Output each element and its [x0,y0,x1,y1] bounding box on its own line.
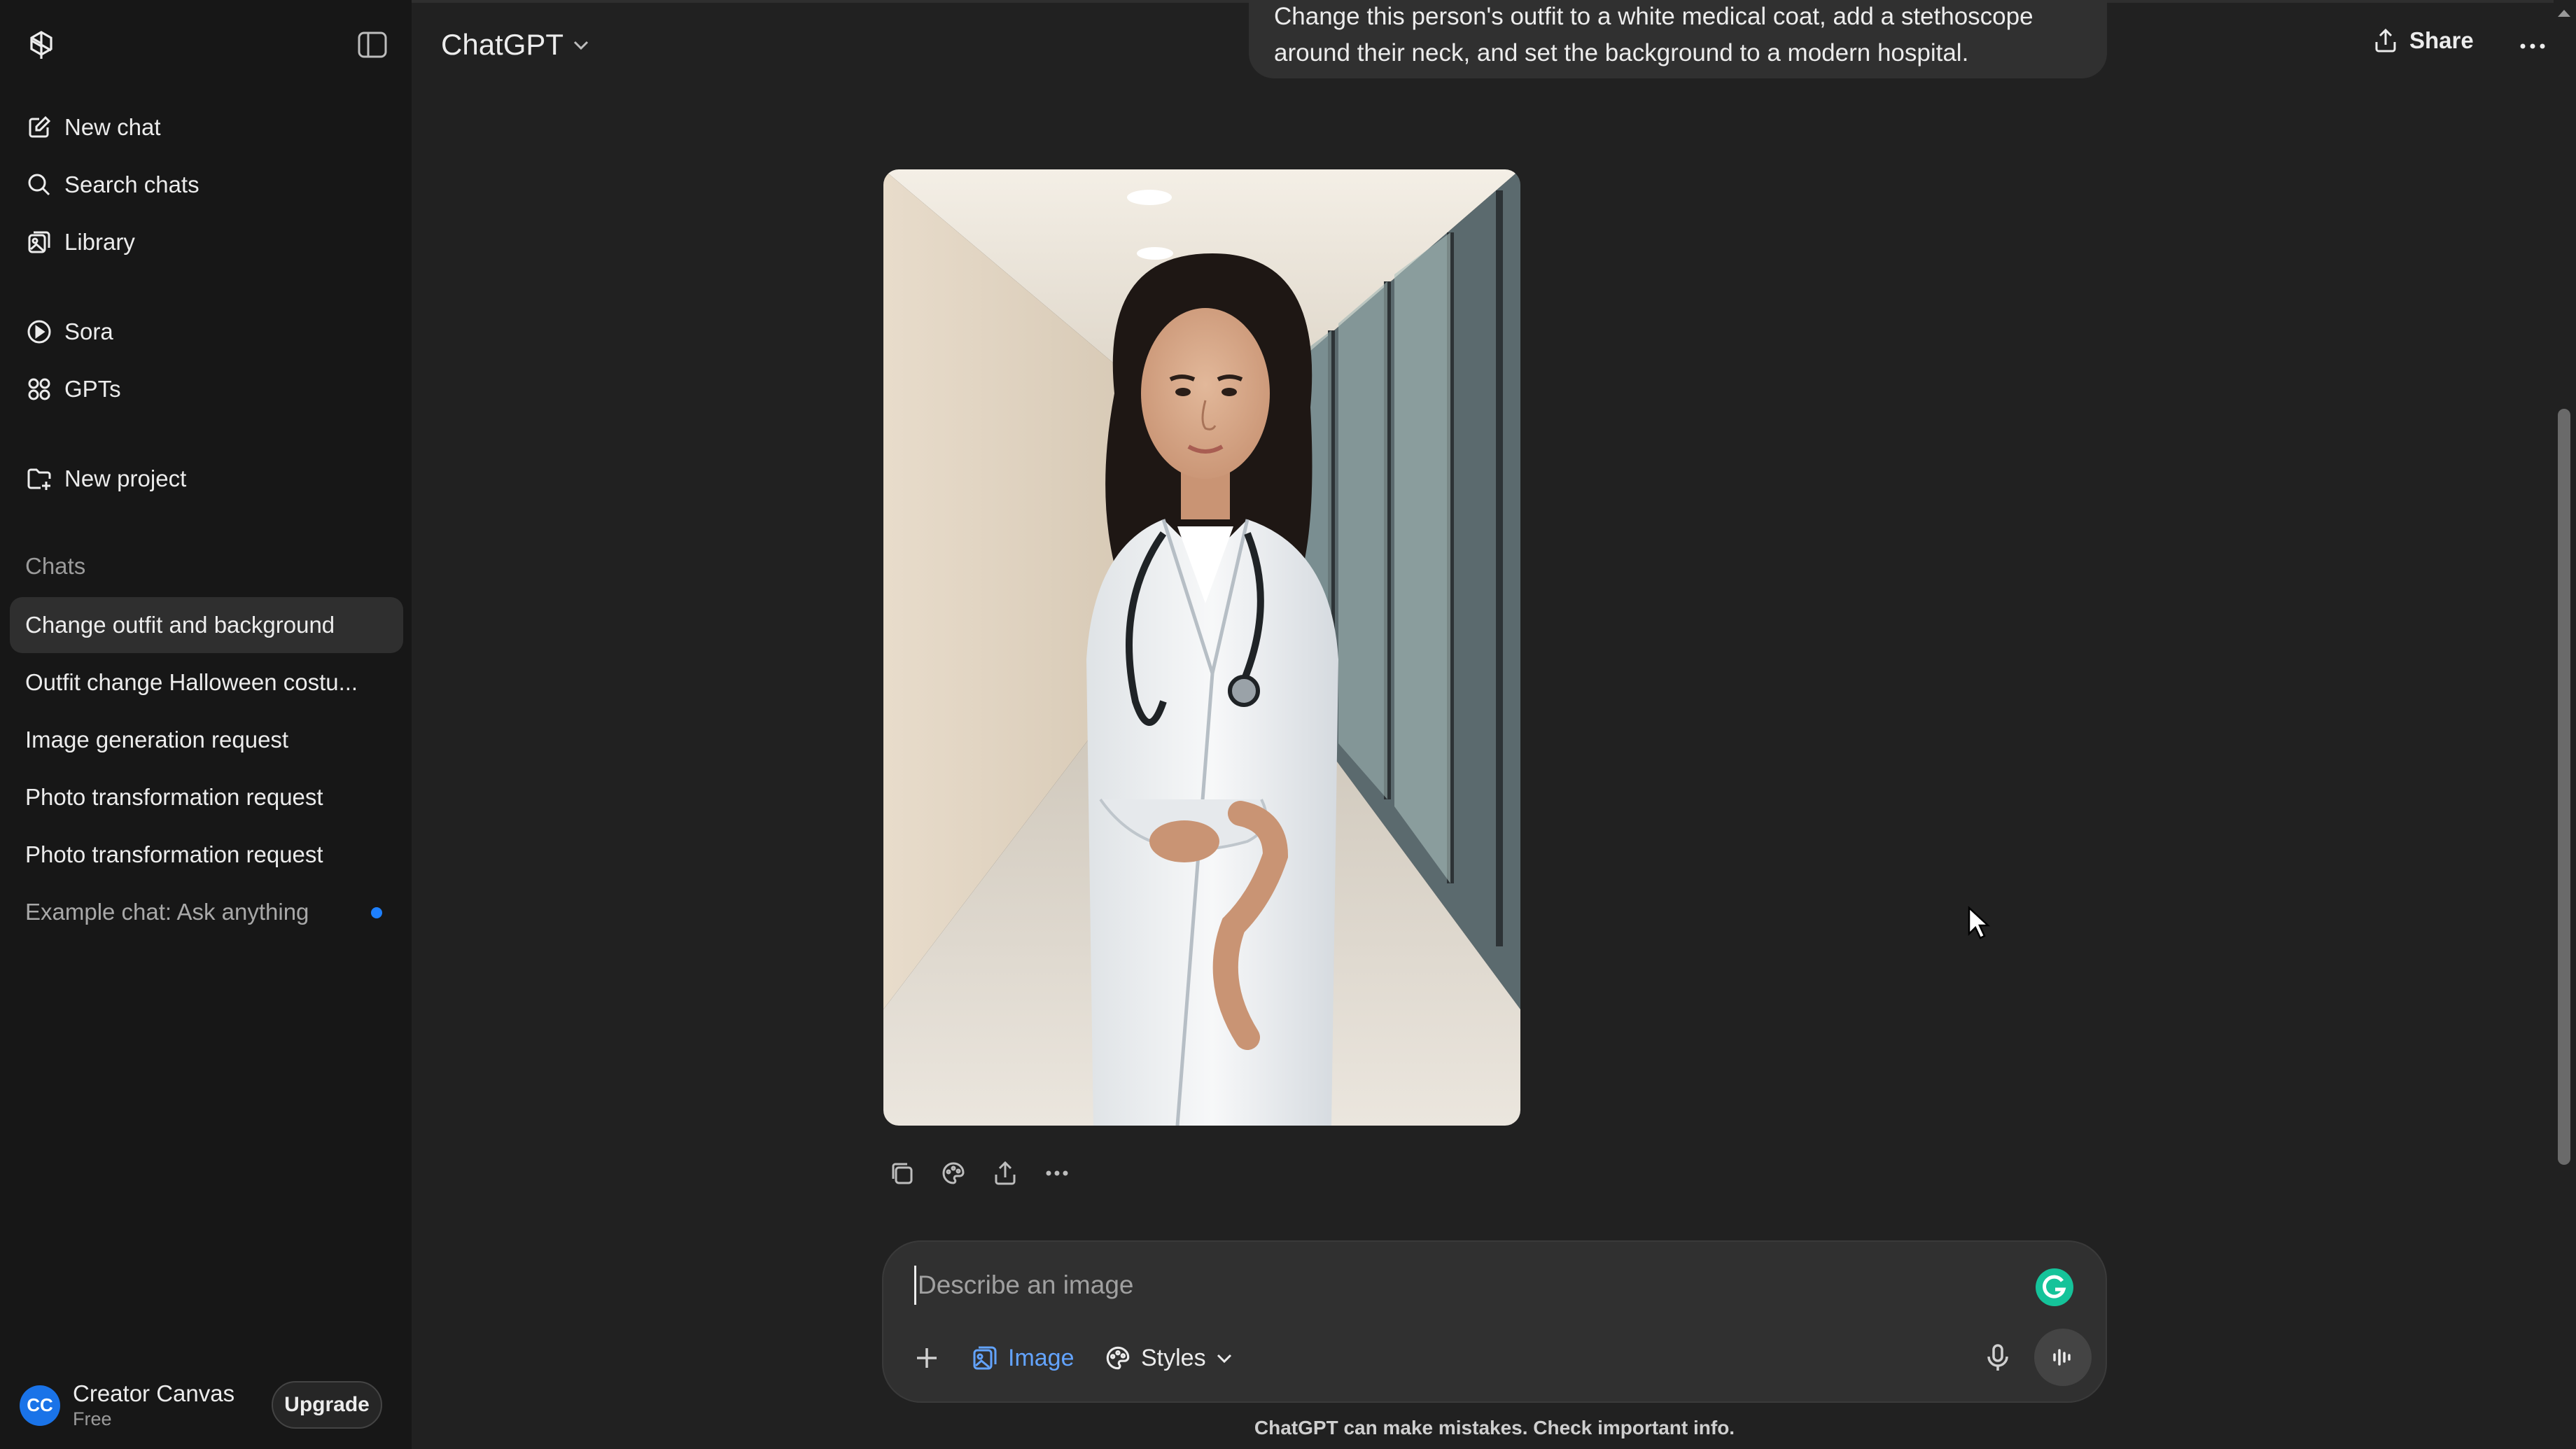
chat-item[interactable]: Photo transformation request [10,769,403,825]
scrollbar-thumb[interactable] [2558,409,2570,1165]
nav-label: Search chats [64,172,200,197]
nav-label: New chat [64,114,161,140]
copy-icon [892,1163,913,1184]
grammarly-icon[interactable] [2034,1267,2075,1308]
upgrade-button[interactable]: Upgrade [272,1381,382,1429]
chat-title: Example chat: Ask anything [25,899,309,925]
profile-plan: Free [73,1408,112,1429]
doctor-in-hospital-image [883,169,1520,1126]
folder-plus-icon [27,468,51,490]
user-message-line: Change this person's outfit to a white m… [1274,3,2033,30]
palette-icon [942,1162,965,1184]
chat-item[interactable]: Change outfit and background [10,597,403,653]
chat-title: Image generation request [25,727,289,752]
user-message-bubble: Change this person's outfit to a white m… [1249,0,2107,78]
image-icon [973,1346,997,1370]
chevron-down-icon [574,41,589,50]
new-project-button[interactable]: New project [10,454,403,504]
add-attachment-icon[interactable] [911,1343,942,1373]
user-message-line: around their neck, and set the backgroun… [1274,39,1969,66]
chat-title: Change outfit and background [25,612,335,638]
chat-title: Outfit change Halloween costu... [25,669,358,695]
chats-section-label: Chats [25,553,86,579]
mouse-cursor-icon [1968,906,1991,939]
nav-label: Sora [64,318,113,344]
library-button[interactable]: Library [10,217,403,267]
voice-mode-button[interactable] [2034,1329,2092,1386]
grid-icon [28,378,50,400]
copy-button[interactable] [883,1155,920,1191]
more-options-icon [1046,1170,1068,1176]
new-chat-icon [29,115,51,138]
image-action-bar [883,1155,1091,1191]
prompt-input[interactable] [914,1266,1964,1305]
chat-item[interactable]: Photo transformation request [10,827,403,883]
play-circle-icon [27,320,51,344]
composer: Image Styles [882,1240,2107,1403]
gpts-button[interactable]: GPTs [10,364,403,414]
chat-title: Photo transformation request [25,784,323,810]
nav-label: New project [64,465,187,491]
chat-item[interactable]: Example chat: Ask anything [10,884,403,940]
palette-icon [1106,1346,1130,1370]
library-icon [28,231,50,253]
scroll-up-arrow-icon[interactable] [2555,6,2573,20]
chevron-down-icon [1217,1354,1231,1364]
sidebar-toggle-icon[interactable] [357,31,388,59]
unread-dot [371,907,382,918]
sidebar: New chat Search chats Library Sora GPTs … [0,0,412,1449]
waveform-icon [2053,1349,2071,1366]
search-chats-button[interactable]: Search chats [10,160,403,210]
microphone-icon[interactable] [1981,1341,2015,1375]
image-more-button[interactable] [1039,1155,1075,1191]
share-icon [2375,28,2396,52]
chat-item[interactable]: Outfit change Halloween costu... [10,654,403,710]
styles-dropdown[interactable]: Styles [1103,1337,1234,1379]
more-options-icon[interactable] [2517,32,2548,60]
generated-image[interactable] [883,169,1520,1126]
new-chat-button[interactable]: New chat [10,102,403,153]
image-mode-button[interactable]: Image [970,1337,1074,1379]
image-mode-label: Image [1008,1344,1074,1371]
user-profile[interactable]: CC Creator Canvas Free [20,1380,234,1430]
chat-title: Photo transformation request [25,841,323,867]
sora-button[interactable]: Sora [10,307,403,357]
share-label: Share [2409,27,2474,53]
nav-label: GPTs [64,376,121,402]
edit-image-button[interactable] [935,1155,972,1191]
openai-logo-icon[interactable] [24,28,59,63]
profile-name: Creator Canvas [73,1380,235,1406]
model-name: ChatGPT [441,28,564,61]
styles-label: Styles [1141,1344,1206,1371]
disclaimer-text: ChatGPT can make mistakes. Check importa… [1254,1417,1735,1438]
nav-label: Library [64,229,135,255]
avatar: CC [20,1385,60,1426]
share-button[interactable]: Share [2372,27,2474,55]
model-selector[interactable]: ChatGPT [441,28,592,62]
upload-icon [995,1161,1016,1185]
chat-item[interactable]: Image generation request [10,712,403,768]
search-icon [28,174,50,196]
share-image-button[interactable] [987,1155,1023,1191]
